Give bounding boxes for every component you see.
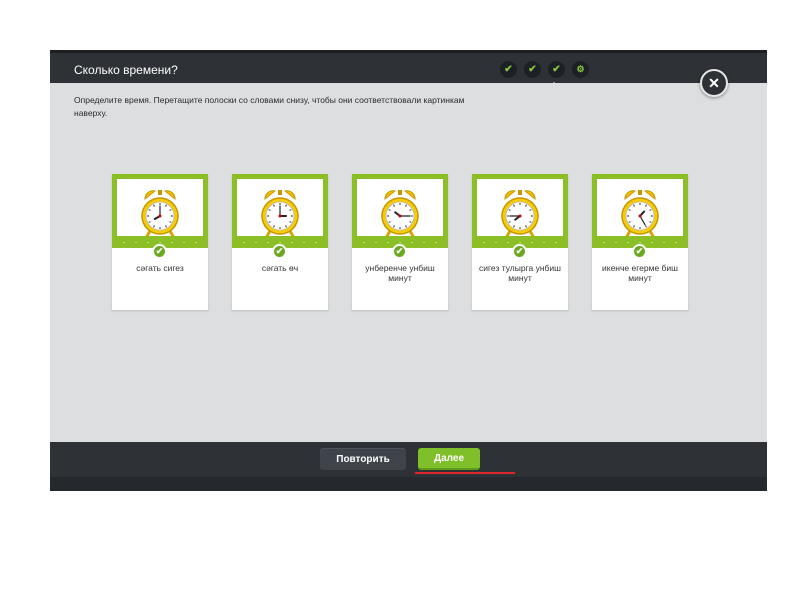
next-button[interactable]: Далее [418,448,480,470]
card-label: сәгать сигез [136,263,184,273]
instruction-text: Определите время. Перетащите полоски со … [74,95,465,118]
answer-card[interactable]: ✔ икенче егерме биш минут [592,174,688,310]
correct-check-icon: ✔ [632,244,647,259]
step-2-check-icon: ✔ [524,61,541,78]
card-label: унберенче унбиш минут [365,263,435,283]
card-picture [597,179,683,243]
correct-check-icon: ✔ [152,244,167,259]
close-button[interactable]: ✕ [700,69,728,97]
answer-card[interactable]: ✔ унберенче унбиш минут [352,174,448,310]
card-picture [477,179,563,243]
step-3-check-icon: ✔ [548,61,565,78]
dialog-footer-strip [50,477,767,491]
alarm-clock-icon [141,190,179,240]
card-picture [237,179,323,243]
card-label: икенче егерме биш минут [602,263,678,283]
dialog-title: Сколько времени? [74,63,178,77]
exercise-dialog: Сколько времени? ✔ ✔ ✔ ⚙ ✕ Определите вр… [50,50,767,491]
repeat-button[interactable]: Повторить [320,448,406,470]
step-1-check-icon: ✔ [500,61,517,78]
dialog-footer: Повторить Далее [50,442,767,477]
alarm-clock-icon [261,190,299,240]
red-underline-annotation [415,472,515,474]
progress-indicator: ✔ ✔ ✔ ⚙ [500,61,589,78]
progress-pointer [549,82,559,87]
answer-card[interactable]: ✔ сәгать өч [232,174,328,310]
answer-card[interactable]: ✔ сигез тулырга унбиш минут [472,174,568,310]
card-label: сигез тулырга унбиш минут [479,263,561,283]
card-picture [117,179,203,243]
correct-check-icon: ✔ [512,244,527,259]
card-picture [357,179,443,243]
correct-check-icon: ✔ [392,244,407,259]
alarm-clock-icon [621,190,659,240]
dialog-header: Сколько времени? ✔ ✔ ✔ ⚙ [50,50,767,87]
correct-check-icon: ✔ [272,244,287,259]
alarm-clock-icon [381,190,419,240]
alarm-clock-icon [501,190,539,240]
step-4-gear-icon: ⚙ [572,61,589,78]
answer-card[interactable]: ✔ сәгать сигез [112,174,208,310]
card-label: сәгать өч [261,263,299,273]
close-icon: ✕ [708,74,720,91]
